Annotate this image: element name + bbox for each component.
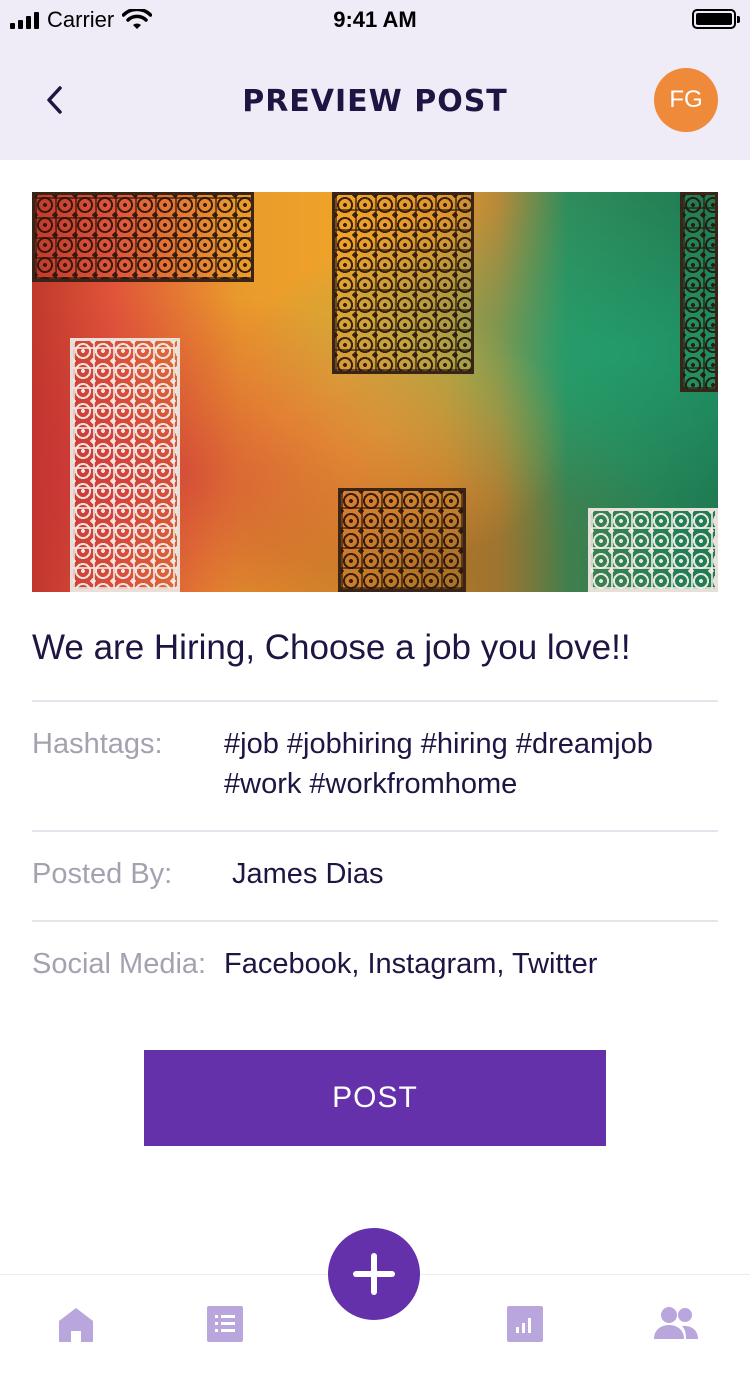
battery-icon [692, 9, 740, 29]
ironwork-grille-bottom-right [588, 508, 718, 592]
post-title: We are Hiring, Choose a job you love!! [32, 628, 631, 667]
add-post-button[interactable] [328, 1228, 420, 1320]
social-media-value: Facebook, Instagram, Twitter [224, 948, 598, 980]
nav-bar: PREVIEW POST FG [0, 40, 750, 160]
hashtags-line-2: #work #workfromhome [224, 768, 518, 800]
ironwork-grille-top-left [32, 192, 254, 282]
ironwork-grille-left [70, 338, 180, 592]
divider [32, 700, 718, 702]
status-time: 9:41 AM [333, 7, 417, 32]
list-icon[interactable] [206, 1305, 244, 1343]
post-button[interactable]: POST [144, 1050, 606, 1146]
people-icon[interactable] [652, 1305, 700, 1341]
hashtags-line-1: #job #jobhiring #hiring #dreamjob [224, 728, 653, 760]
ironwork-grille-top-center [332, 192, 474, 374]
divider [32, 920, 718, 922]
avatar[interactable]: FG [654, 68, 718, 132]
home-icon[interactable] [56, 1305, 96, 1343]
status-bar: Carrier 9:41 AM [0, 0, 750, 40]
ironwork-grille-bottom-center [338, 488, 466, 592]
chart-icon[interactable] [506, 1305, 544, 1343]
divider [32, 830, 718, 832]
post-image [32, 192, 718, 592]
ironwork-grille-right [680, 192, 718, 392]
hashtags-label: Hashtags: [32, 728, 163, 760]
add-icon [353, 1253, 395, 1295]
page-title: PREVIEW POST [242, 84, 508, 119]
posted-by-label: Posted By: [32, 858, 173, 890]
posted-by-value: James Dias [232, 858, 384, 890]
hashtags-value: #job #jobhiring #hiring #dreamjob #work … [224, 724, 653, 804]
social-media-label: Social Media: [32, 948, 207, 980]
